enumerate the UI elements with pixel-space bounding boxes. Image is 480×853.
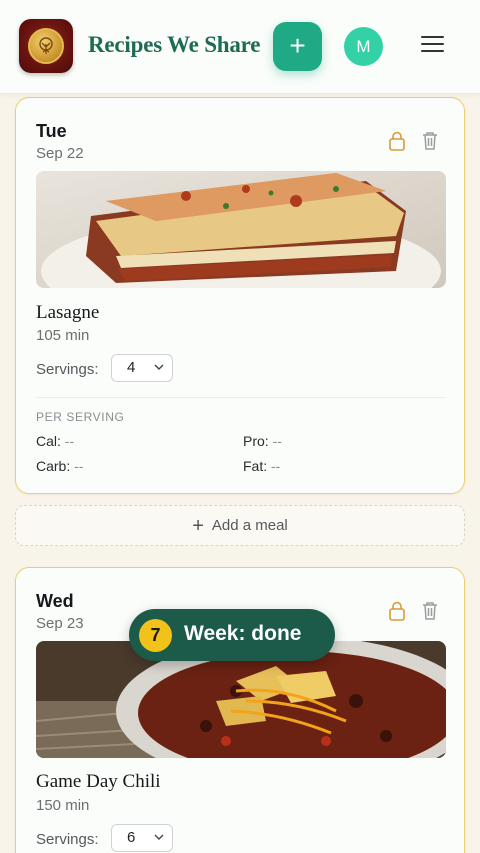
user-avatar[interactable]: M — [344, 27, 383, 66]
nutrition-fat: Fat: -- — [243, 458, 280, 474]
add-meal-label: Add a meal — [211, 517, 288, 534]
servings-label: Servings: — [36, 361, 99, 378]
day-card-tue: Tue Sep 22 Lasagne 105 min Servings: 4 P… — [15, 97, 465, 494]
lock-icon[interactable] — [388, 601, 406, 621]
app-logo[interactable] — [19, 19, 73, 73]
day-name: Tue — [36, 121, 67, 141]
servings-value: 4 — [127, 359, 136, 376]
divider — [36, 397, 446, 398]
day-name: Wed — [36, 591, 74, 611]
nutrition-cal: Cal: -- — [36, 433, 74, 449]
trash-icon[interactable] — [421, 601, 439, 621]
toast-count-badge: 7 — [139, 619, 172, 652]
toast-text: Week: done — [184, 622, 302, 645]
meal-time: 105 min — [36, 327, 90, 344]
servings-select[interactable]: 6 — [111, 824, 173, 852]
app-header: Recipes We Share + M — [0, 0, 480, 94]
carb-label: Carb: — [36, 458, 71, 474]
app-title: Recipes We Share — [88, 32, 261, 57]
chevron-down-icon — [154, 364, 164, 370]
plus-icon: + — [192, 515, 204, 537]
day-date: Sep 22 — [36, 145, 84, 162]
add-meal-button[interactable]: + Add a meal — [15, 505, 465, 546]
tree-medallion-icon — [28, 28, 64, 64]
meal-name[interactable]: Lasagne — [36, 302, 99, 324]
cal-value: -- — [64, 433, 75, 449]
fat-value: -- — [271, 458, 281, 474]
nutrition-pro: Pro: -- — [243, 433, 282, 449]
hamburger-menu-icon[interactable] — [421, 36, 446, 56]
chevron-down-icon — [154, 834, 164, 840]
lasagne-photo[interactable] — [36, 171, 446, 288]
servings-select[interactable]: 4 — [111, 354, 173, 382]
meal-time: 150 min — [36, 797, 90, 814]
week-done-toast: 7 Week: done — [129, 609, 335, 661]
per-serving-label: PER SERVING — [36, 410, 125, 424]
trash-icon[interactable] — [421, 131, 439, 151]
meal-name[interactable]: Game Day Chili — [36, 771, 161, 793]
lock-icon[interactable] — [388, 131, 406, 151]
servings-label: Servings: — [36, 831, 99, 848]
cal-label: Cal: — [36, 433, 61, 449]
carb-value: -- — [74, 458, 84, 474]
pro-label: Pro: — [243, 433, 269, 449]
day-date: Sep 23 — [36, 615, 84, 632]
servings-value: 6 — [127, 829, 136, 846]
pro-value: -- — [272, 433, 282, 449]
nutrition-carb: Carb: -- — [36, 458, 83, 474]
fat-label: Fat: — [243, 458, 268, 474]
add-recipe-button[interactable]: + — [273, 22, 322, 71]
